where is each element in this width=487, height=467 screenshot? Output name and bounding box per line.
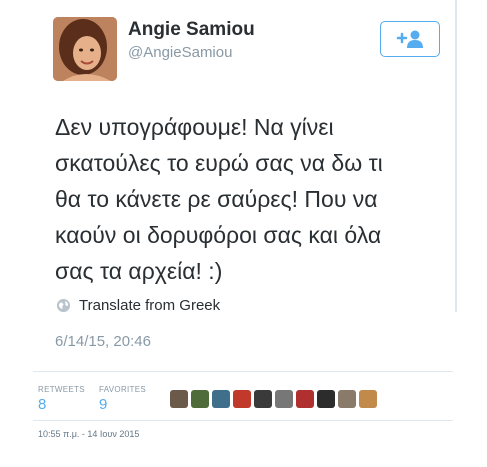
tweet-date[interactable]: 6/14/15, 20:46 — [55, 333, 151, 350]
avatar[interactable] — [53, 17, 117, 81]
scrollbar-track — [455, 0, 457, 312]
favorites-label: FAVORITES — [99, 385, 147, 394]
footer-timestamp[interactable]: 10:55 π.μ. - 14 Ιουν 2015 — [38, 429, 139, 439]
divider — [33, 420, 453, 421]
divider — [33, 371, 453, 372]
favoriter-avatar[interactable] — [170, 390, 188, 408]
favorites-count: 9 — [99, 396, 108, 413]
translate-label: Translate from Greek — [79, 297, 221, 314]
add-user-icon — [396, 30, 423, 48]
follow-button[interactable] — [380, 21, 440, 57]
tweet-line: θα το κάνετε ρε σαύρες! Που να — [55, 186, 378, 212]
tweet-line: σας τα αρχεία! :) — [55, 258, 223, 284]
tweet-line: καούν οι δορυφόροι σας και όλα — [55, 222, 382, 248]
user-name[interactable]: Angie Samiou — [128, 19, 255, 41]
favoriter-avatar[interactable] — [275, 390, 293, 408]
translate-link[interactable]: Translate from Greek — [56, 297, 220, 314]
favoriter-avatar[interactable] — [212, 390, 230, 408]
favoriter-avatar[interactable] — [191, 390, 209, 408]
favoriter-avatar[interactable] — [233, 390, 251, 408]
retweets-count: 8 — [38, 396, 47, 413]
favoriter-avatar[interactable] — [338, 390, 356, 408]
tweet-card: Angie Samiou @AngieSamiou Δεν υπογράφουμ… — [0, 0, 457, 467]
favoriter-avatar[interactable] — [254, 390, 272, 408]
avatar-image — [53, 17, 117, 81]
favoriter-avatar[interactable] — [317, 390, 335, 408]
retweets-label: RETWEETS — [38, 385, 85, 394]
tweet-text: Δεν υπογράφουμε! Να γίνει σκατούλες το ε… — [55, 109, 447, 289]
globe-icon — [56, 298, 71, 313]
favoriter-avatar[interactable] — [296, 390, 314, 408]
tweet-line: σκατούλες το ευρώ σας να δω τι — [55, 150, 383, 176]
favoriters-list — [170, 390, 377, 408]
tweet-line: Δεν υπογράφουμε! Να γίνει — [55, 114, 334, 140]
retweets-stat[interactable]: RETWEETS 8 — [38, 385, 85, 413]
favoriter-avatar[interactable] — [359, 390, 377, 408]
favorites-stat[interactable]: FAVORITES 9 — [99, 385, 146, 413]
user-handle[interactable]: @AngieSamiou — [128, 44, 232, 61]
